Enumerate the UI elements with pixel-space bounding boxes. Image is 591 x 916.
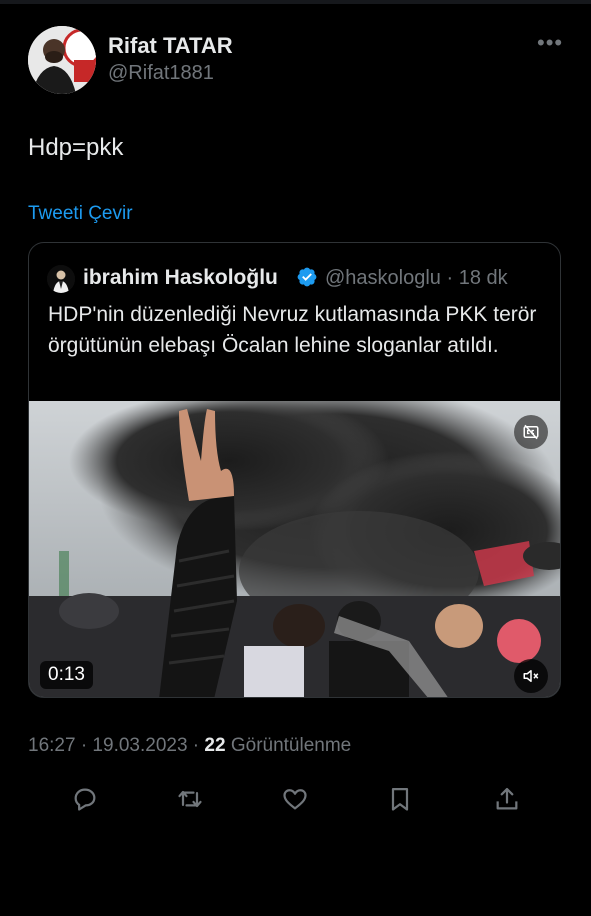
views-label: Görüntülenme bbox=[230, 735, 352, 756]
mute-button[interactable] bbox=[514, 659, 548, 693]
retweet-icon bbox=[178, 790, 202, 808]
avatar[interactable] bbox=[28, 26, 96, 94]
captions-button[interactable] bbox=[514, 415, 548, 449]
views-count: 22 bbox=[204, 735, 226, 756]
retweet-button[interactable] bbox=[174, 783, 206, 815]
translate-link[interactable]: Tweeti Çevir bbox=[28, 203, 133, 225]
author-name[interactable]: Rifat TATAR bbox=[108, 33, 233, 59]
quoted-tweet-card[interactable]: ibrahim Haskoloğlu @haskologlu · 18 dk H… bbox=[28, 242, 561, 698]
muted-speaker-icon bbox=[523, 670, 539, 682]
share-button[interactable] bbox=[491, 783, 523, 815]
quoted-author-name: ibrahim Haskoloğlu bbox=[83, 266, 278, 289]
quoted-avatar bbox=[47, 265, 75, 293]
captions-off-icon bbox=[523, 424, 539, 440]
like-icon bbox=[283, 789, 307, 810]
reply-icon bbox=[74, 788, 96, 811]
author-handle[interactable]: @Rifat1881 bbox=[108, 62, 214, 85]
top-divider bbox=[0, 0, 591, 4]
video-time-badge: 0:13 bbox=[40, 661, 93, 689]
quoted-tweet-text: HDP'nin düzenlediği Nevruz kutlamasında … bbox=[48, 303, 537, 357]
reply-button[interactable] bbox=[69, 783, 101, 815]
bookmark-icon bbox=[391, 787, 409, 811]
bookmark-button[interactable] bbox=[384, 783, 416, 815]
tweet-text: Hdp=pkk bbox=[28, 134, 124, 161]
verified-badge-icon bbox=[296, 266, 318, 288]
video-frame bbox=[29, 401, 560, 697]
more-options-icon[interactable]: ••• bbox=[537, 30, 563, 56]
tweet-meta: 16:27 · 19.03.2023 · 22 Görüntülenme bbox=[28, 735, 351, 757]
share-icon bbox=[496, 787, 518, 810]
quoted-author-handle: @haskologlu · 18 dk bbox=[325, 267, 508, 289]
timestamp: 16:27 · 19.03.2023 · bbox=[28, 735, 205, 756]
like-button[interactable] bbox=[279, 783, 311, 815]
video-player[interactable]: 0:13 bbox=[29, 401, 560, 697]
